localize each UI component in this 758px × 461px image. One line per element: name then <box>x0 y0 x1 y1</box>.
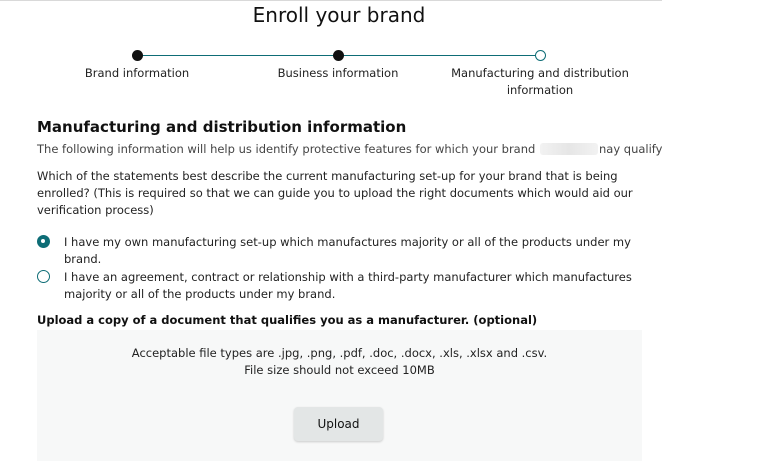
page-title: Enroll your brand <box>252 3 426 27</box>
intro-text-start: The following information will help us i… <box>37 142 536 156</box>
step-label-manufacturing-distribution: Manufacturing and distribution informati… <box>451 66 629 97</box>
option-third-party-manufacturer[interactable]: I have an agreement, contract or relatio… <box>37 269 647 303</box>
radio-selected-icon[interactable] <box>37 235 50 248</box>
option-own-manufacturing-label: I have my own manufacturing set-up which… <box>64 235 631 266</box>
radio-unselected-icon[interactable] <box>37 270 50 283</box>
option-third-party-manufacturer-label: I have an agreement, contract or relatio… <box>64 270 632 301</box>
step-1-complete-dot-icon <box>132 50 143 61</box>
section-heading: Manufacturing and distribution informati… <box>37 118 407 136</box>
step-2-complete-dot-icon <box>333 50 344 61</box>
top-divider <box>0 0 662 1</box>
step-label-brand-information: Brand information <box>84 66 190 80</box>
manufacturing-question: Which of the statements best describe th… <box>37 169 633 217</box>
upload-button[interactable]: Upload <box>294 407 383 441</box>
stepper-connector-1 <box>137 55 338 56</box>
step-label-business-information: Business information <box>277 66 399 80</box>
enroll-brand-page: Enroll your brand Brand information Busi… <box>0 0 758 461</box>
section-intro: The following information will help us i… <box>37 142 662 156</box>
file-size-limit: File size should not exceed 10MB <box>244 363 435 377</box>
accepted-file-types: Acceptable file types are .jpg, .png, .p… <box>131 346 548 360</box>
stepper-connector-2 <box>338 55 540 56</box>
upload-dropzone[interactable]: Acceptable file types are .jpg, .png, .p… <box>37 330 642 461</box>
option-own-manufacturing[interactable]: I have my own manufacturing set-up which… <box>37 234 647 268</box>
redacted-brand-name <box>539 143 598 155</box>
intro-text-end: nay qualify <box>598 142 663 156</box>
upload-heading: Upload a copy of a document that qualifi… <box>37 313 538 327</box>
step-3-current-dot-icon <box>535 50 546 61</box>
